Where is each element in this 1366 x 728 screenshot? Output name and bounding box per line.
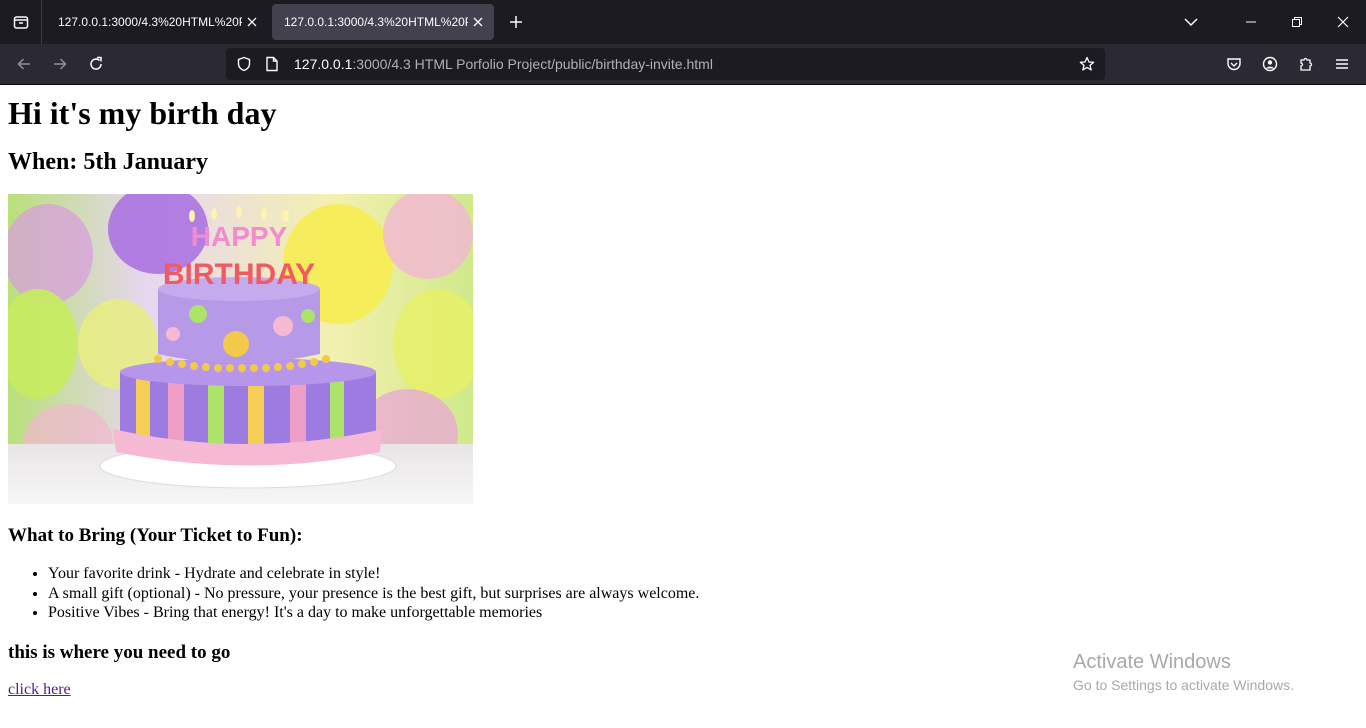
account-icon (1262, 56, 1278, 72)
menu-button[interactable] (1324, 48, 1360, 80)
close-window-button[interactable] (1320, 0, 1366, 44)
page-content: Hi it's my birth day When: 5th January H… (0, 85, 1366, 728)
tab-close-button[interactable] (468, 12, 488, 32)
reload-icon (90, 56, 102, 70)
list-item: A small gift (optional) - No pressure, y… (48, 584, 1358, 604)
list-item: Your favorite drink - Hydrate and celebr… (48, 564, 1358, 584)
tab-title: 127.0.0.1:3000/4.3%20HTML%20Porfolio (284, 15, 468, 29)
arrow-left-icon (17, 58, 30, 70)
minimize-icon (1246, 21, 1256, 23)
list-all-tabs-button[interactable] (1168, 0, 1214, 44)
firefox-view-button[interactable] (0, 0, 42, 44)
restore-icon (1292, 17, 1302, 27)
navigation-toolbar: 127.0.0.1:3000/4.3 HTML Porfolio Project… (0, 44, 1366, 85)
page-heading: Hi it's my birth day (8, 95, 277, 131)
firefox-view-icon (13, 16, 28, 29)
pocket-button[interactable] (1216, 48, 1252, 80)
list-item: Positive Vibes - Bring that energy! It's… (48, 603, 1358, 623)
close-icon (1337, 16, 1349, 28)
bring-heading: What to Bring (Your Ticket to Fun): (8, 525, 303, 546)
toolbar-right (1216, 48, 1360, 80)
watermark-subtitle: Go to Settings to activate Windows. (1073, 677, 1294, 693)
extensions-button[interactable] (1288, 48, 1324, 80)
puzzle-icon (1300, 57, 1313, 71)
restore-button[interactable] (1274, 0, 1320, 44)
tracking-protection-shield-icon[interactable] (232, 52, 256, 76)
new-tab-button[interactable] (498, 4, 534, 40)
watermark-title: Activate Windows (1073, 651, 1231, 673)
bring-list: Your favorite drink - Hydrate and celebr… (8, 564, 1358, 623)
forward-button[interactable] (42, 48, 78, 80)
bookmark-star-button[interactable] (1071, 48, 1103, 80)
location-link[interactable]: click here (8, 681, 71, 699)
minimize-button[interactable] (1228, 0, 1274, 44)
arrow-right-icon (54, 58, 67, 70)
chevron-down-icon (1184, 18, 1198, 27)
back-button[interactable] (6, 48, 42, 80)
birthday-cake-image: HAPPY BIRTHDAY (8, 194, 473, 504)
url-path: :3000/4.3 HTML Porfolio Project/public/b… (352, 56, 713, 72)
star-icon (1079, 56, 1095, 71)
address-bar[interactable]: 127.0.0.1:3000/4.3 HTML Porfolio Project… (226, 48, 1105, 80)
close-icon (247, 17, 257, 27)
pocket-icon (1227, 58, 1241, 71)
url-host: 127.0.0.1 (294, 56, 353, 72)
tab-bar: 127.0.0.1:3000/4.3%20HTML%20Porfolio 127… (0, 0, 1366, 44)
tab-2-active[interactable]: 127.0.0.1:3000/4.3%20HTML%20Porfolio (272, 4, 494, 40)
tab-close-button[interactable] (242, 12, 262, 32)
close-icon (473, 17, 483, 27)
cake-birthday-text: BIRTHDAY (163, 258, 315, 291)
account-button[interactable] (1252, 48, 1288, 80)
hamburger-menu-icon (1336, 59, 1348, 69)
tab-title: 127.0.0.1:3000/4.3%20HTML%20Porfolio (58, 15, 242, 29)
plus-icon (510, 16, 522, 28)
reload-button[interactable] (78, 48, 114, 80)
page-info-icon[interactable] (260, 52, 284, 76)
windows-activation-watermark: Activate Windows Go to Settings to activ… (1073, 650, 1294, 696)
url-text[interactable]: 127.0.0.1:3000/4.3 HTML Porfolio Project… (294, 56, 1071, 72)
cake-happy-text: HAPPY (191, 221, 288, 252)
event-date: When: 5th January (8, 149, 209, 175)
tab-1[interactable]: 127.0.0.1:3000/4.3%20HTML%20Porfolio (46, 4, 268, 40)
